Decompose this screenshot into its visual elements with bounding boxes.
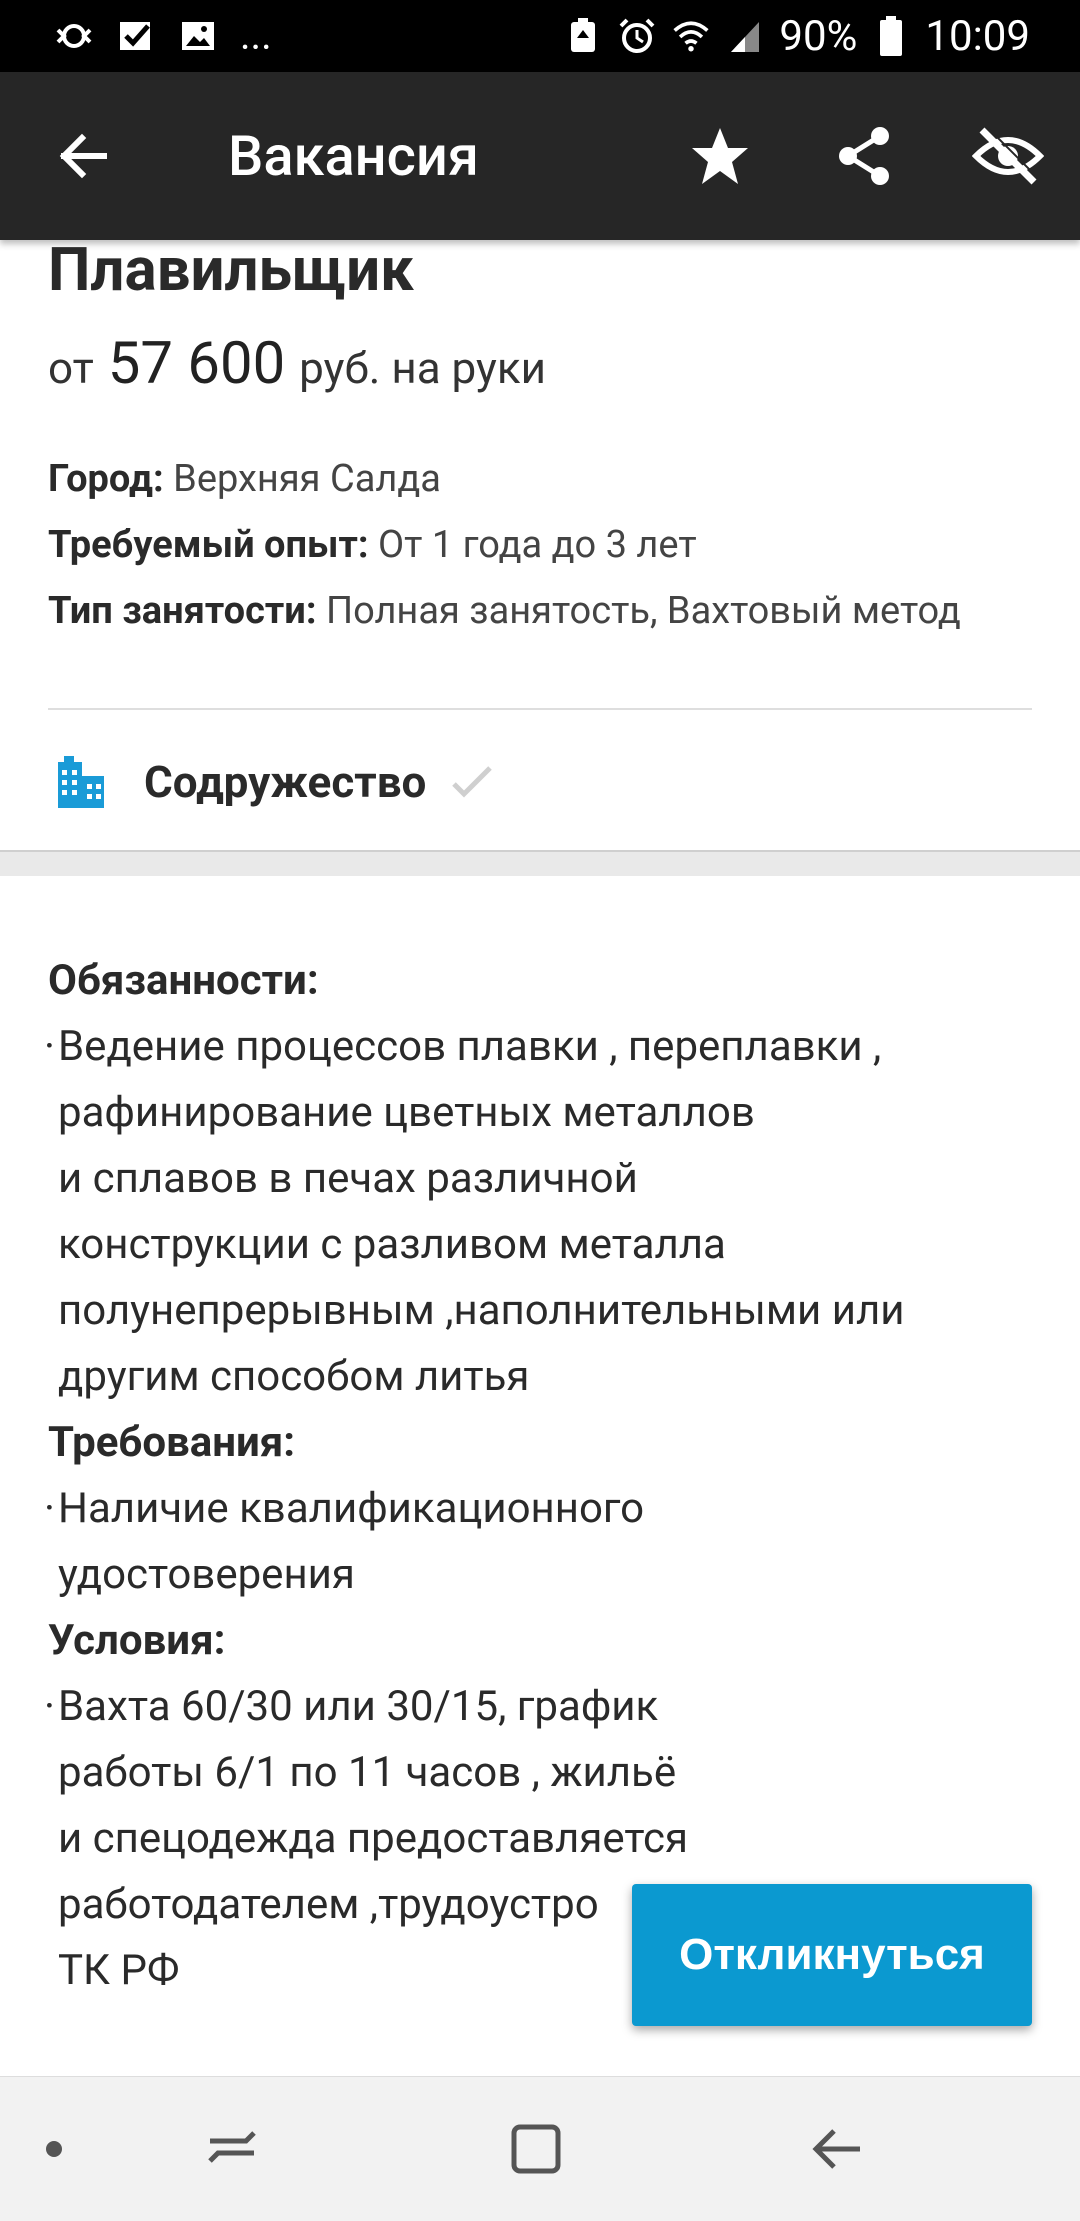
divider [48,708,1032,710]
signal-icon [725,16,765,56]
duties-line: конструкции с разливом металла [58,1220,726,1269]
respond-button[interactable]: Откликнуться [632,1884,1032,2026]
duties-line: полунепрерывным ,наполнительными или [58,1286,905,1335]
nav-dot-icon[interactable] [22,2117,86,2181]
duties-line: рафинирование цветных металлов [58,1088,755,1137]
app-bar: Вакансия [0,72,1080,240]
employment-value: Полная занятость, Вахтовый метод [325,589,961,633]
alarm-icon [617,16,657,56]
sync-icon [54,16,94,56]
duties-line: и сплавов в печах различной [58,1154,638,1203]
back-nav-icon[interactable] [806,2117,870,2181]
conditions-title: Условия: [48,1616,226,1665]
company-building-icon [58,756,104,808]
hide-button[interactable] [971,120,1045,192]
battery-percent: 90% [779,11,858,61]
star-icon [692,128,748,184]
favorite-button[interactable] [684,120,756,192]
duties-line: другим способом литья [58,1352,530,1401]
city-label: Город: [48,457,164,501]
back-button[interactable] [48,120,120,192]
system-nav-bar [0,2076,1080,2221]
share-button[interactable] [828,120,900,192]
share-icon [839,127,889,185]
salary: от 57 600 руб. на руки [48,330,546,408]
conditions-line: работы 6/1 по 11 часов , жильё [58,1748,677,1797]
bullet-dot: · [44,1682,55,1731]
requirements-line: удостоверения [58,1550,355,1599]
battery-saver-icon [563,16,603,56]
bullet-dot: · [44,1484,55,1533]
clock: 10:09 [925,11,1030,61]
conditions-line: Вахта 60/30 или 30/15, график [58,1682,659,1731]
requirements-list: · Наличие квалификационного удостоверени… [44,1476,1038,1608]
experience-label: Требуемый опыт: [48,523,369,567]
hide-icon [971,125,1045,185]
status-left-icons: ... [54,12,272,60]
arrow-back-icon [59,133,107,179]
verified-check-icon [452,766,492,798]
job-title: Плавильщик [48,234,414,305]
page-title: Вакансия [228,123,479,189]
job-description: Обязанности: · Ведение процессов плавки … [44,948,1038,2004]
battery-icon [871,16,911,56]
status-bar: ... 90% 10:09 [0,0,1080,72]
more-notifications-icon: ... [240,12,272,59]
duties-list: · Ведение процессов плавки , переплавки … [44,1014,1038,1410]
image-icon [178,16,218,56]
wifi-icon [671,16,711,56]
status-right: 90% 10:09 [563,11,1030,61]
salary-value: 57 600 [107,330,286,398]
city-row: Город: Верхняя Салда [48,454,441,504]
check-icon [116,16,156,56]
salary-suffix: руб. на руки [299,342,547,394]
duties-title: Обязанности: [48,956,319,1005]
employment-row: Тип занятости: Полная занятость, Вахтовы… [48,586,961,636]
city-value: Верхняя Салда [173,457,441,501]
conditions-line: и спецодежда предоставляется [58,1814,689,1863]
home-icon[interactable] [504,2117,568,2181]
company-name: Содружество [144,756,427,808]
recent-apps-icon[interactable] [200,2117,264,2181]
section-separator [0,850,1080,876]
company-link[interactable]: Содружество [48,740,1032,824]
requirements-title: Требования: [48,1418,296,1467]
employment-label: Тип занятости: [48,589,317,633]
experience-row: Требуемый опыт: От 1 года до 3 лет [48,520,697,570]
duties-line: Ведение процессов плавки , переплавки , [58,1022,882,1071]
requirements-line: Наличие квалификационного [58,1484,645,1533]
experience-value: От 1 года до 3 лет [378,523,697,567]
bullet-dot: · [44,1022,55,1071]
salary-prefix: от [48,342,94,394]
